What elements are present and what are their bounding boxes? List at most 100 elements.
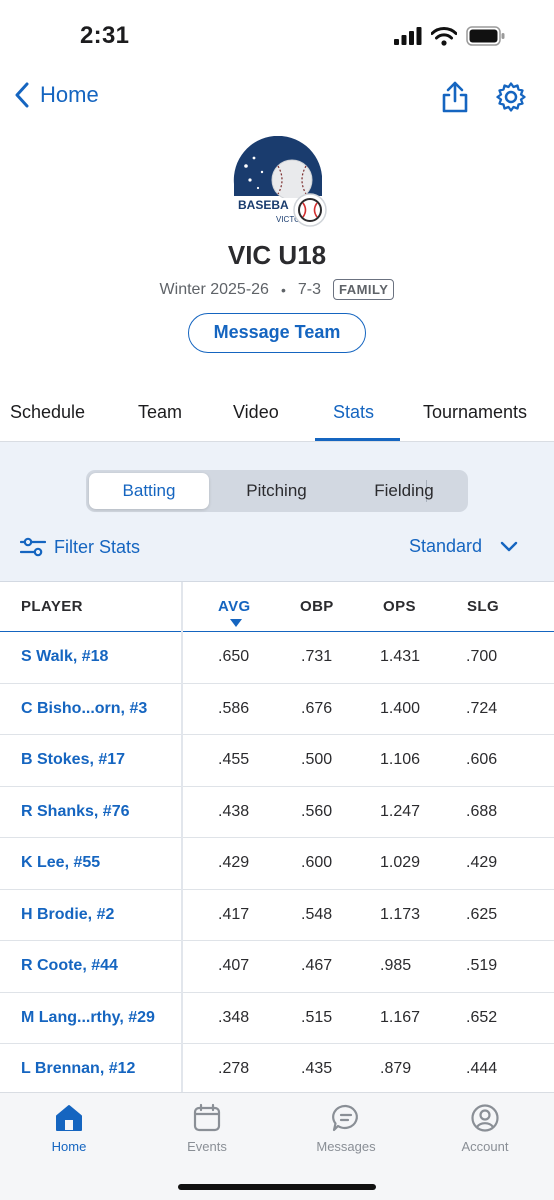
view-select-value: Standard [409,536,483,556]
tab-stats[interactable]: Stats [333,402,374,423]
avg-value: .429 [218,854,250,871]
tab-tournaments[interactable]: Tournaments [423,402,527,423]
ops-value: .985 [380,957,412,974]
slg-value: .606 [466,751,498,768]
table-row: S Walk, #18 .650 .731 1.431 .700 [0,632,554,684]
batting-stats-table: PLAYER AVG OBP OPS SLG S Walk, #18 .650 .7… [0,582,554,1096]
view-select[interactable]: Standard [409,536,518,557]
bottom-nav-account[interactable]: Account [430,1103,540,1154]
segment-pitching[interactable]: Pitching [214,473,339,509]
team-record: 7-3 [297,280,321,298]
avg-value: .586 [218,699,250,717]
player-name[interactable]: H Brodie, #2 [21,906,114,924]
slg-value: .700 [466,648,498,665]
table-row: K Lee, #55 .429 .600 1.029 .429 [0,838,554,890]
header-avg[interactable]: AVG [218,598,251,615]
bottom-nav-account-label: Account [461,1139,509,1154]
table-row: B Stokes, #17 .455 .500 1.106 .606 [0,735,554,787]
slg-value: .429 [466,854,498,871]
header-slg[interactable]: SLG [467,598,499,615]
settings-button[interactable] [495,81,527,118]
share-button[interactable] [440,80,470,119]
ops-value: 1.431 [380,648,421,665]
player-name[interactable]: K Lee, #55 [21,854,100,872]
season-label: Winter 2025-26 [159,280,269,298]
header-ops[interactable]: OPS [383,598,416,615]
player-name[interactable]: C Bisho...orn, #3 [21,700,147,718]
filter-stats-label: Filter Stats [54,536,141,557]
player-name[interactable]: M Lang...rthy, #29 [21,1009,155,1027]
separator-dot: • [280,281,286,298]
status-icons [394,26,506,46]
table-row: M Lang...rthy, #29 .348 .515 1.167 .652 [0,993,554,1044]
avg-value: .438 [218,802,250,820]
bottom-nav-home-label: Home [51,1139,87,1154]
wifi-icon [431,26,457,46]
obp-value: .548 [301,905,333,923]
share-icon [442,81,468,113]
home-indicator [178,1184,376,1190]
obp-value: .560 [301,802,333,820]
stat-type-segmented-control: Batting Pitching Fielding [86,470,468,512]
player-name[interactable]: L Brennan, #12 [21,1060,135,1078]
player-name[interactable]: S Walk, #18 [21,648,108,666]
gear-icon [496,82,526,112]
ops-value: 1.173 [380,905,421,923]
obp-value: .600 [301,854,333,871]
obp-value: .515 [301,1008,333,1026]
back-button[interactable]: Home [14,82,99,108]
ops-value: 1.106 [380,751,421,768]
filter-stats-button[interactable]: Filter Stats [20,536,140,558]
table-row: L Brennan, #12 .278 .435 .879 .444 [0,1044,554,1096]
player-name[interactable]: R Coote, #44 [21,957,118,975]
message-team-button[interactable]: Message Team [188,313,366,353]
bottom-nav-events[interactable]: Events [152,1103,262,1154]
status-bar: 2:31 [0,0,554,70]
segment-batting[interactable]: Batting [89,473,209,509]
slg-value: .688 [466,802,498,820]
slg-value: .444 [466,1060,498,1077]
ops-value: 1.400 [380,699,421,717]
obp-value: .676 [301,699,333,717]
table-row: H Brodie, #2 .417 .548 1.173 .625 [0,890,554,941]
status-time: 2:31 [80,22,130,49]
ops-value: 1.029 [380,854,421,871]
person-icon [471,1104,499,1132]
bottom-nav-home[interactable]: Home [14,1103,124,1154]
cellular-signal-icon [394,27,422,45]
player-name[interactable]: B Stokes, #17 [21,751,125,769]
baseball-victoria-logo: BASEBA VICTORIA [233,135,327,227]
table-row: R Coote, #44 .407 .467 .985 .519 [0,941,554,993]
tab-team[interactable]: Team [138,402,182,423]
bottom-nav-events-label: Events [187,1139,227,1154]
slg-value: .652 [466,1008,498,1026]
obp-value: .731 [301,648,333,665]
bottom-nav-messages-label: Messages [316,1139,376,1154]
team-tabs: Schedule Team Video Stats Tournaments [0,390,554,442]
team-logo: BASEBA VICTORIA [228,135,328,232]
back-label: Home [40,82,99,107]
nav-bar: Home [0,76,554,122]
battery-icon [466,26,505,46]
segment-fielding[interactable]: Fielding [344,473,464,509]
chevron-left-icon [15,82,29,108]
sticky-column-divider [181,582,183,1092]
tab-schedule[interactable]: Schedule [10,402,85,423]
ops-value: .879 [380,1060,412,1077]
avg-value: .278 [218,1060,250,1077]
ops-value: 1.247 [380,802,421,820]
stats-controls: Batting Pitching Fielding Filter Stats S… [0,442,554,582]
player-name[interactable]: R Shanks, #76 [21,803,130,821]
ops-value: 1.167 [380,1008,421,1026]
table-row: C Bisho...orn, #3 .586 .676 1.400 .724 [0,684,554,735]
header-player[interactable]: PLAYER [21,598,83,615]
avg-value: .417 [218,905,250,923]
bottom-nav-messages[interactable]: Messages [291,1103,401,1154]
obp-value: .435 [301,1060,333,1077]
header-obp[interactable]: OBP [300,598,334,615]
avg-value: .455 [218,751,250,768]
tab-video[interactable]: Video [233,402,279,423]
chat-icon [332,1104,358,1132]
family-badge: FAMILY [332,279,395,300]
obp-value: .467 [301,957,333,974]
